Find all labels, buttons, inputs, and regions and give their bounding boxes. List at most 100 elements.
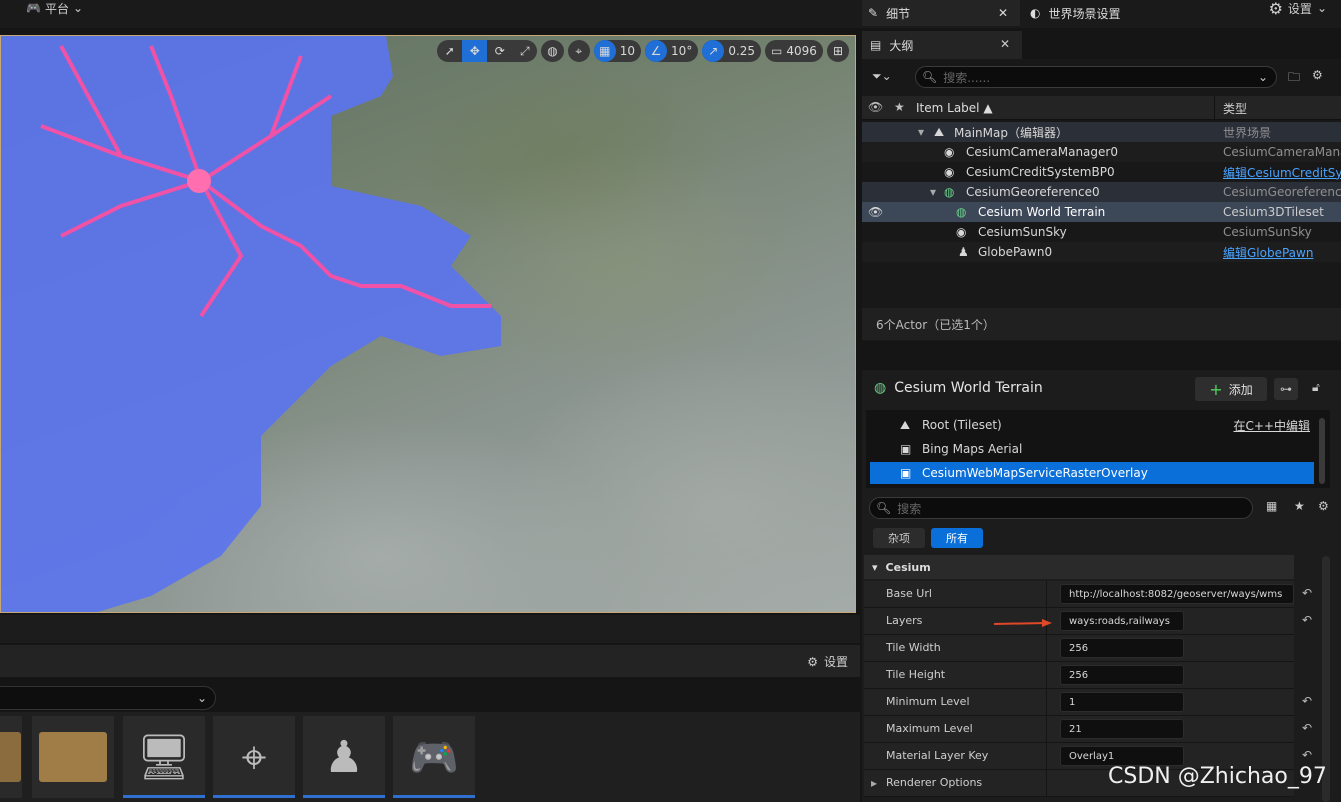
star-column-icon[interactable]: ★ bbox=[894, 100, 905, 114]
star-icon[interactable]: ★ bbox=[1294, 499, 1305, 513]
component-item[interactable]: ⛰ Root (Tileset) 在C++中编辑 bbox=[870, 414, 1314, 436]
tab-world-settings-label: 世界场景设置 bbox=[1048, 6, 1121, 21]
visibility-column-icon[interactable]: 👁 bbox=[868, 100, 883, 114]
angle-icon: ∠ bbox=[645, 40, 668, 62]
base-url-field[interactable]: http://localhost:8082/geoserver/ways/wms bbox=[1060, 584, 1294, 604]
folder-tile[interactable] bbox=[32, 716, 114, 798]
filter-all-button[interactable]: 所有 bbox=[931, 528, 983, 548]
outliner-row[interactable]: ▾ ◍ CesiumGeoreference0 CesiumGeoreferen… bbox=[862, 182, 1341, 202]
outliner-row[interactable]: ◉ CesiumSunSky CesiumSunSky bbox=[862, 222, 1341, 242]
add-button-label: 添加 bbox=[1228, 382, 1253, 397]
outliner-row-selected[interactable]: 👁 ◍ Cesium World Terrain Cesium3DTileset bbox=[862, 202, 1341, 222]
search-icon: 🔍︎ bbox=[922, 70, 938, 84]
scale-snap-button[interactable]: ↗ 0.25 bbox=[702, 40, 762, 62]
surface-snap-button[interactable]: ⌖ bbox=[567, 40, 590, 62]
expand-icon[interactable]: ▾ bbox=[918, 125, 924, 139]
expand-icon[interactable]: ▾ bbox=[930, 185, 936, 199]
gear-icon[interactable]: ⚙ bbox=[1312, 68, 1323, 82]
pawn-tile[interactable]: ♟ bbox=[303, 716, 385, 798]
tab-details[interactable]: ✎ 细节 ✕ bbox=[862, 0, 1020, 26]
translate-mode-icon[interactable]: ✥ bbox=[462, 40, 488, 62]
camera-speed-button[interactable]: ▭ 4096 bbox=[765, 40, 823, 62]
outliner-row[interactable]: ◉ CesiumCreditSystemBP0 编辑CesiumCreditSy… bbox=[862, 162, 1341, 182]
actor-icon: ◉ bbox=[944, 165, 955, 179]
player-controller-tile[interactable]: 🎮 bbox=[393, 716, 475, 798]
item-label-column[interactable]: Item Label ▲ bbox=[916, 101, 993, 115]
tab-world-settings[interactable]: ◐ 世界场景设置 bbox=[1024, 0, 1174, 26]
outliner-tab[interactable]: ▤ 大纲 ✕ bbox=[862, 31, 1022, 59]
folder-tile[interactable] bbox=[0, 716, 22, 798]
globe-icon: ◍ bbox=[547, 44, 558, 58]
platform-menu[interactable]: 🎮 平台 ⌄ bbox=[26, 0, 83, 16]
rotate-mode-icon[interactable]: ⟳ bbox=[487, 40, 512, 62]
row-type: 世界场景 bbox=[1223, 125, 1272, 140]
scale-mode-icon[interactable]: ⤢ bbox=[512, 40, 537, 62]
georeference-icon: ◍ bbox=[944, 185, 955, 199]
property-row: Tile Height 256 bbox=[864, 662, 1294, 689]
layers-field[interactable]: ways:roads,railways bbox=[1060, 611, 1184, 631]
layout-button[interactable]: ⊞ bbox=[826, 40, 849, 62]
row-type: CesiumCameraManager bbox=[1223, 145, 1341, 159]
content-settings-button[interactable]: ⚙ 设置 bbox=[807, 653, 848, 670]
hud-tile[interactable]: ⌖ bbox=[213, 716, 295, 798]
outliner-row[interactable]: ◉ CesiumCameraManager0 CesiumCameraManag… bbox=[862, 142, 1341, 162]
outliner-row[interactable]: ▾ ⛰ MainMap（编辑器） 世界场景 bbox=[862, 122, 1341, 142]
scene-icon: ⛰ bbox=[900, 417, 911, 432]
reset-icon[interactable]: ↶ bbox=[1302, 586, 1312, 600]
settings-menu[interactable]: ⚙ 设置 ⌄ bbox=[1268, 0, 1327, 18]
component-label: Root (Tileset) bbox=[922, 418, 1002, 432]
component-item-selected[interactable]: ▣ CesiumWebMapServiceRasterOverlay bbox=[870, 462, 1314, 484]
tile-height-field[interactable]: 256 bbox=[1060, 665, 1184, 685]
filter-misc-button[interactable]: 杂项 bbox=[873, 528, 925, 548]
camera-speed-value: 4096 bbox=[786, 44, 817, 58]
grid-snap-button[interactable]: ▦ 10 bbox=[593, 40, 642, 62]
world-space-button[interactable]: ◍ bbox=[541, 40, 564, 62]
gear-icon[interactable]: ⚙ bbox=[1318, 499, 1329, 513]
path-dropdown[interactable]: ⌄ bbox=[0, 686, 216, 710]
gear-icon: ⚙ bbox=[807, 654, 818, 669]
minimum-level-field[interactable]: 1 bbox=[1060, 692, 1184, 712]
column-divider bbox=[1046, 581, 1047, 608]
level-viewport[interactable]: ➚ ✥ ⟳ ⤢ ◍ ⌖ ▦ 10 ∠ 10° ↗ 0.25 ▭ 4096 ⊞ bbox=[0, 35, 856, 613]
component-list-scrollbar[interactable] bbox=[1319, 418, 1325, 484]
category-header[interactable]: ▾ Cesium bbox=[864, 555, 1294, 579]
add-folder-icon[interactable]: 🗀 bbox=[1288, 68, 1300, 89]
type-column[interactable]: 类型 bbox=[1214, 96, 1247, 120]
reset-icon[interactable]: ↶ bbox=[1302, 694, 1312, 708]
column-divider bbox=[1046, 635, 1047, 662]
game-mode-tile[interactable]: 🖥 bbox=[123, 716, 205, 798]
maximum-level-field[interactable]: 21 bbox=[1060, 719, 1184, 739]
blueprint-button[interactable]: ⊶ bbox=[1274, 378, 1298, 400]
row-type-link[interactable]: 编辑GlobePawn bbox=[1223, 244, 1341, 261]
outliner-search-input[interactable]: 🔍︎ 搜索...... ⌄ bbox=[915, 66, 1277, 88]
edit-in-cpp-link[interactable]: 在C++中编辑 bbox=[1234, 417, 1311, 434]
filter-icon[interactable]: ⏷⌄ bbox=[872, 69, 892, 84]
reset-icon[interactable]: ↶ bbox=[1302, 613, 1312, 627]
viewport-toolbar: ➚ ✥ ⟳ ⤢ ◍ ⌖ ▦ 10 ∠ 10° ↗ 0.25 ▭ 4096 ⊞ bbox=[437, 40, 849, 62]
category-label: Cesium bbox=[885, 560, 931, 574]
details-search-input[interactable]: 🔍︎ 搜索 bbox=[869, 497, 1253, 519]
tile-width-field[interactable]: 256 bbox=[1060, 638, 1184, 658]
row-label: GlobePawn0 bbox=[978, 245, 1053, 259]
gear-icon: ⚙ bbox=[1268, 0, 1283, 18]
select-mode-icon[interactable]: ➚ bbox=[437, 40, 462, 62]
table-view-icon[interactable]: ▦ bbox=[1266, 499, 1277, 513]
pencil-icon: ✎ bbox=[868, 6, 879, 20]
add-component-button[interactable]: + 添加 bbox=[1195, 377, 1267, 401]
reset-icon[interactable]: ↶ bbox=[1302, 721, 1312, 735]
visibility-icon[interactable]: 👁 bbox=[868, 205, 883, 219]
scale-snap-value: 0.25 bbox=[728, 44, 756, 58]
component-item[interactable]: ▣ Bing Maps Aerial bbox=[870, 438, 1314, 460]
content-settings-label: 设置 bbox=[823, 655, 848, 669]
reset-icon[interactable]: ↶ bbox=[1302, 748, 1312, 762]
material-layer-key-field[interactable]: Overlay1 bbox=[1060, 746, 1184, 766]
tile-type-bar bbox=[213, 795, 295, 798]
outliner-row[interactable]: ♟ GlobePawn0 编辑GlobePawn bbox=[862, 242, 1341, 262]
lock-icon[interactable]: 🔓︎ bbox=[1312, 380, 1320, 395]
tile-type-bar bbox=[393, 795, 475, 798]
rotation-snap-button[interactable]: ∠ 10° bbox=[645, 40, 699, 62]
row-type-link[interactable]: 编辑CesiumCreditSystem bbox=[1223, 164, 1341, 181]
close-icon[interactable]: ✕ bbox=[998, 6, 1008, 20]
close-icon[interactable]: ✕ bbox=[1000, 37, 1010, 51]
column-divider bbox=[1046, 743, 1047, 770]
